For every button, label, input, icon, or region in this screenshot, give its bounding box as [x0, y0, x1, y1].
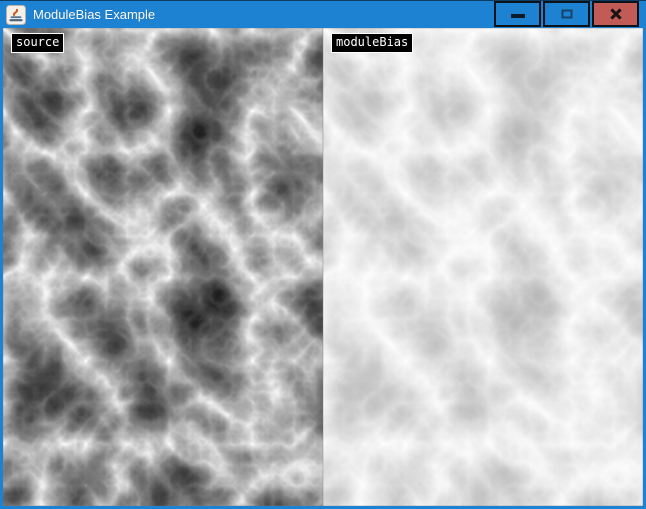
minimize-button[interactable] — [494, 1, 541, 27]
panel-modulebias: moduleBias — [323, 28, 643, 506]
source-noise-image — [3, 28, 323, 506]
panel-label-source: source — [11, 33, 64, 53]
panel-label-modulebias: moduleBias — [331, 33, 413, 53]
close-button[interactable] — [592, 1, 639, 27]
minimize-icon — [511, 14, 525, 18]
panel-source: source — [3, 28, 323, 506]
modulebias-noise-image — [323, 28, 643, 506]
app-window: ModuleBias Example — [0, 0, 646, 509]
window-title: ModuleBias Example — [33, 1, 155, 28]
titlebar[interactable]: ModuleBias Example — [0, 1, 646, 28]
maximize-icon — [561, 10, 572, 19]
maximize-button[interactable] — [543, 1, 590, 27]
render-area: source mod — [3, 28, 643, 506]
java-app-icon — [6, 5, 26, 25]
window-controls — [494, 1, 639, 28]
